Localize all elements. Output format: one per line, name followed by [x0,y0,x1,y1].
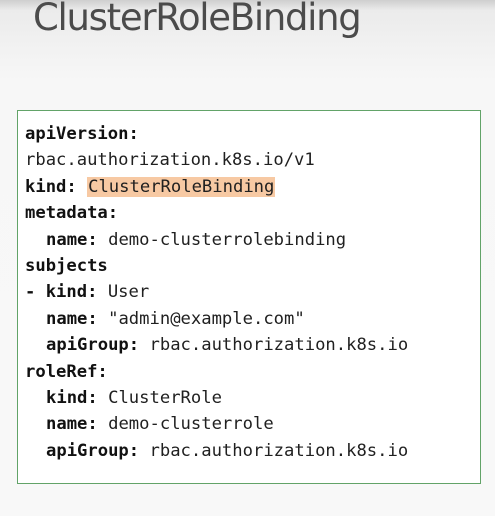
yaml-code-box: apiVersion: rbac.authorization.k8s.io/v1… [17,110,481,484]
yaml-line-roleref: roleRef: [25,359,480,385]
yaml-key: name: [46,229,98,250]
yaml-line-roleref-kind: kind: ClusterRole [25,385,480,411]
yaml-key: kind: [46,387,98,408]
yaml-key: roleRef: [25,361,108,382]
yaml-value: rbac.authorization.k8s.io [149,440,409,461]
yaml-key: name: [46,308,98,329]
yaml-value: rbac.authorization.k8s.io/v1 [25,150,315,171]
yaml-value: demo-clusterrole [108,414,274,435]
slide-title: ClusterRoleBinding [33,0,362,39]
yaml-value: "admin@example.com" [108,308,305,329]
yaml-line-kind: kind: ClusterRoleBinding [25,174,480,200]
yaml-line-metadata: metadata: [25,200,480,226]
yaml-key: apiVersion: [25,124,139,144]
yaml-key: apiGroup: [46,440,140,461]
yaml-list-dash: - [25,282,46,303]
yaml-line-metadata-name: name: demo-clusterrolebinding [25,227,480,253]
yaml-value: ClusterRole [108,387,222,408]
yaml-line-roleref-apigroup: apiGroup: rbac.authorization.k8s.io [25,438,480,464]
yaml-line-subjects: subjects [25,253,480,279]
highlighted-kind-value: ClusterRoleBinding [87,176,276,197]
yaml-line-subject-apigroup: apiGroup: rbac.authorization.k8s.io [25,332,480,358]
yaml-value: User [107,282,150,303]
yaml-value: rbac.authorization.k8s.io [149,335,409,356]
yaml-line-apiversion-value: rbac.authorization.k8s.io/v1 [25,147,480,173]
yaml-key: subjects [25,255,108,276]
yaml-line-subject-kind: - kind: User [25,279,480,305]
yaml-key: apiGroup: [46,335,140,356]
yaml-key: kind: [45,282,98,303]
yaml-line-apiversion: apiVersion: [25,121,480,147]
yaml-key: name: [46,414,98,435]
yaml-key: kind: [25,176,77,197]
yaml-line-roleref-name: name: demo-clusterrole [25,411,480,437]
yaml-value: demo-clusterrolebinding [108,229,347,250]
yaml-line-subject-name: name: "admin@example.com" [25,306,480,332]
yaml-key: metadata: [25,203,119,224]
